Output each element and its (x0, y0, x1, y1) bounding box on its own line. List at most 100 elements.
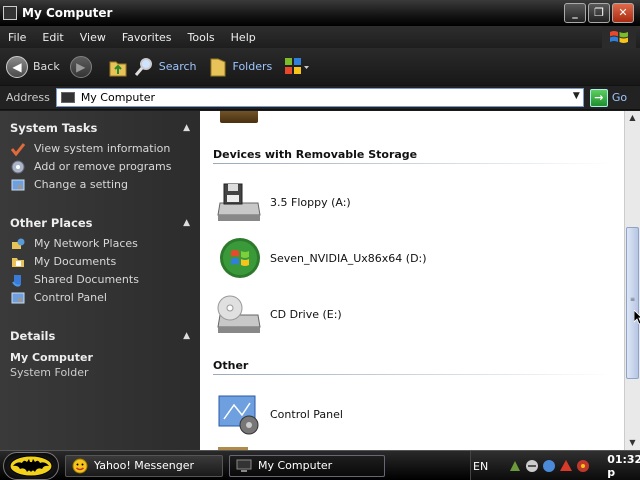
maximize-button[interactable]: ❐ (588, 3, 610, 23)
system-tasks-title: System Tasks (10, 121, 98, 135)
address-label: Address (6, 91, 50, 104)
scroll-down-arrow-icon[interactable]: ▼ (625, 436, 640, 450)
antivirus-tray-icon[interactable] (576, 459, 590, 473)
control-panel-link[interactable]: Control Panel (10, 291, 190, 305)
menu-favorites[interactable]: Favorites (120, 29, 174, 46)
cd-drive-label: CD Drive (E:) (270, 307, 342, 321)
start-button[interactable] (3, 451, 59, 480)
change-setting-label: Change a setting (34, 178, 128, 191)
go-label: Go (611, 91, 628, 104)
details-header[interactable]: Details ▲ (10, 325, 190, 347)
search-icon (133, 55, 155, 79)
group-divider (213, 163, 613, 164)
system-tray: EN 01:32 p (470, 451, 640, 480)
menu-tools[interactable]: Tools (186, 29, 217, 46)
my-computer-app-icon (3, 6, 17, 20)
other-header: Other (213, 359, 249, 372)
shared-documents-label: Shared Documents (34, 273, 139, 286)
mouse-cursor-icon (633, 309, 640, 327)
details-title: Details (10, 329, 56, 343)
my-network-places-label: My Network Places (34, 237, 138, 250)
other-places-title: Other Places (10, 216, 93, 230)
update-tray-icon[interactable] (559, 459, 573, 473)
messenger-tray-icon[interactable] (542, 459, 556, 473)
add-remove-programs-link[interactable]: Add or remove programs (10, 160, 190, 174)
removable-storage-header: Devices with Removable Storage (213, 148, 418, 161)
collapse-chevron-icon[interactable]: ▲ (183, 218, 190, 228)
taskbar: Yahoo! Messenger My Computer EN 01:32 p (0, 450, 640, 480)
control-panel-small-icon (10, 178, 26, 192)
control-panel-item[interactable]: Control Panel (216, 393, 343, 435)
address-value: My Computer (80, 91, 155, 104)
my-documents-icon (10, 255, 26, 269)
up-folder-icon[interactable] (107, 55, 129, 79)
back-arrow-icon: ◀ (6, 55, 28, 78)
floppy-drive-icon (216, 181, 262, 223)
search-label: Search (158, 60, 197, 73)
details-name: My Computer (10, 351, 93, 364)
details-type: System Folder (10, 366, 89, 379)
back-label: Back (33, 60, 60, 73)
shared-documents-icon (10, 273, 26, 287)
drive-item-dvd[interactable]: Seven_NVIDIA_Ux86x64 (D:) (216, 237, 427, 279)
collapse-chevron-icon[interactable]: ▲ (183, 331, 190, 341)
windows-dvd-icon (216, 237, 262, 279)
view-system-info-label: View system information (34, 142, 171, 155)
drive-item-cd[interactable]: CD Drive (E:) (216, 293, 342, 335)
language-indicator[interactable]: EN (473, 460, 488, 473)
group-divider (213, 374, 613, 375)
forward-button[interactable]: ▶ (69, 55, 97, 78)
add-remove-programs-label: Add or remove programs (34, 160, 172, 173)
task-pane: System Tasks ▲ View system information A… (0, 111, 200, 450)
network-tray-icon[interactable] (508, 459, 522, 473)
my-computer-task-label: My Computer (258, 459, 333, 472)
folders-button[interactable]: Folders (207, 55, 272, 79)
menu-edit[interactable]: Edit (40, 29, 65, 46)
close-button[interactable]: ✕ (612, 3, 634, 23)
minimize-button[interactable]: _ (564, 3, 586, 23)
menu-view[interactable]: View (78, 29, 108, 46)
cd-drive-icon (216, 293, 262, 335)
folders-icon (207, 55, 229, 79)
forward-arrow-icon: ▶ (69, 55, 92, 78)
taskbar-my-computer[interactable]: My Computer (229, 454, 385, 477)
my-network-places-link[interactable]: My Network Places (10, 237, 190, 251)
shared-documents-link[interactable]: Shared Documents (10, 273, 190, 287)
vertical-scrollbar[interactable]: ▲ ≡ ▼ (624, 111, 640, 450)
drive-item-floppy[interactable]: 3.5 Floppy (A:) (216, 181, 351, 223)
control-panel-label: Control Panel (34, 291, 107, 304)
system-tasks-header[interactable]: System Tasks ▲ (10, 117, 190, 139)
change-setting-link[interactable]: Change a setting (10, 178, 190, 192)
toolbar: ◀ Back ▶ Search Folders (0, 48, 640, 86)
views-icon[interactable] (282, 55, 312, 79)
address-input[interactable]: My Computer ▼ (55, 88, 584, 107)
yahoo-messenger-label: Yahoo! Messenger (94, 459, 195, 472)
menu-bar: File Edit View Favorites Tools Help (0, 26, 640, 48)
hard-disk-icon[interactable] (220, 111, 258, 123)
search-button[interactable]: Search (133, 55, 197, 79)
thumb-grip-icon: ≡ (630, 296, 636, 303)
go-arrow-icon: → (589, 88, 608, 107)
menu-file[interactable]: File (6, 29, 28, 46)
go-button[interactable]: → Go (589, 88, 628, 107)
scroll-up-arrow-icon[interactable]: ▲ (625, 111, 640, 125)
dvd-drive-label: Seven_NVIDIA_Ux86x64 (D:) (270, 251, 427, 265)
back-button[interactable]: ◀ Back (6, 55, 60, 78)
control-panel-small-icon (10, 291, 26, 305)
control-panel-icon (216, 393, 262, 435)
menu-help[interactable]: Help (229, 29, 258, 46)
details-section: Details ▲ My Computer System Folder (0, 309, 200, 379)
scrollbar-thumb[interactable]: ≡ (626, 227, 639, 379)
my-documents-link[interactable]: My Documents (10, 255, 190, 269)
other-places-header[interactable]: Other Places ▲ (10, 212, 190, 234)
collapse-chevron-icon[interactable]: ▲ (183, 123, 190, 133)
file-view: Devices with Removable Storage 3.5 Flopp… (200, 111, 624, 450)
clock[interactable]: 01:32 p (607, 453, 640, 479)
taskbar-yahoo-messenger[interactable]: Yahoo! Messenger (65, 454, 223, 477)
volume-tray-icon[interactable] (525, 459, 539, 473)
view-system-info-link[interactable]: View system information (10, 142, 190, 156)
other-places-section: Other Places ▲ My Network Places My Docu… (0, 196, 200, 305)
computer-icon (60, 92, 75, 103)
chevron-down-icon[interactable]: ▼ (573, 91, 580, 101)
control-panel-item-label: Control Panel (270, 407, 343, 421)
